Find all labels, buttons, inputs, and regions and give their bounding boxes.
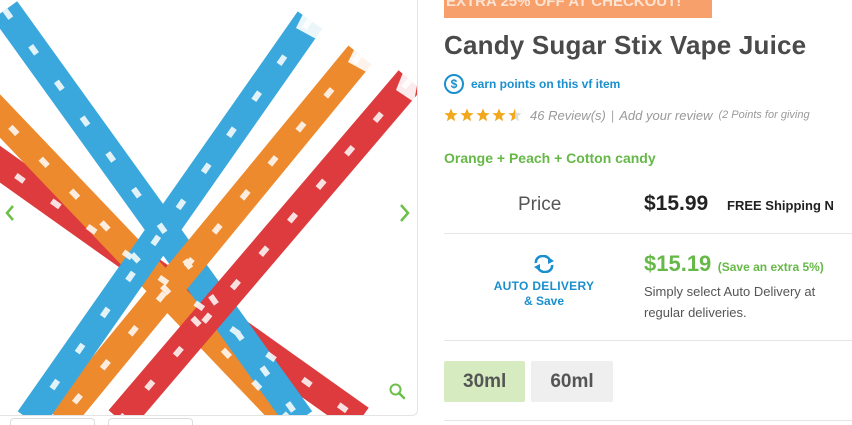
star-icon — [476, 108, 490, 122]
price-value: $15.99 — [644, 192, 709, 215]
promo-banner: EXTRA 25% OFF AT CHECKOUT! — [444, 0, 712, 18]
product-image — [0, 1, 417, 415]
section-divider — [444, 420, 852, 425]
star-icon — [492, 108, 506, 122]
auto-delivery-badge: AUTO DELIVERY & Save — [484, 255, 604, 308]
size-option-30ml[interactable]: 30ml — [444, 361, 526, 402]
auto-delivery-subtitle: & Save — [523, 294, 565, 308]
refresh-arrows-icon — [534, 255, 554, 273]
auto-delivery-price: $15.19 (Save an extra 5%) — [644, 251, 824, 277]
star-icon — [460, 108, 474, 122]
auto-delivery-description: Simply select Auto Delivery at regular d… — [644, 281, 852, 323]
star-rating — [444, 108, 522, 122]
chevron-right-icon — [400, 204, 410, 222]
auto-delivery-row[interactable]: AUTO DELIVERY & Save $15.19 (Save an ext… — [444, 235, 852, 341]
review-count-link[interactable]: 46 Review(s) — [530, 108, 606, 123]
thumbnail-2[interactable] — [108, 418, 193, 425]
price-label: Price — [518, 194, 562, 215]
magnifier-icon — [389, 383, 406, 400]
auto-delivery-desc-line2: regular deliveries. — [644, 305, 747, 320]
earn-points-text: earn points on this vf item — [471, 77, 621, 91]
size-options: 30ml 60ml — [444, 361, 613, 402]
thumbnail-1[interactable] — [10, 418, 95, 425]
star-icon — [444, 108, 458, 122]
size-option-60ml[interactable]: 60ml — [531, 361, 613, 402]
review-separator: | — [610, 107, 615, 123]
flavor-profile: Orange + Peach + Cotton candy — [444, 150, 656, 166]
auto-delivery-save-note: (Save an extra 5%) — [717, 260, 824, 274]
product-title: Candy Sugar Stix Vape Juice — [444, 30, 807, 60]
product-image-gallery[interactable] — [0, 0, 418, 416]
auto-delivery-amount: $15.19 — [644, 251, 712, 276]
rating-row: 46 Review(s) | Add your review (2 Points… — [444, 105, 852, 125]
promo-text: EXTRA 25% OFF AT CHECKOUT! — [446, 0, 682, 10]
auto-delivery-desc-line1: Simply select Auto Delivery at — [644, 284, 816, 299]
auto-delivery-title: AUTO DELIVERY — [493, 279, 595, 293]
review-points-note: (2 Points for giving — [718, 109, 810, 121]
price-row: Price $15.99 FREE Shipping N — [444, 178, 852, 234]
earn-points-link[interactable]: $ earn points on this vf item — [444, 73, 620, 95]
chevron-left-icon — [5, 205, 14, 221]
gallery-next-button[interactable] — [394, 198, 414, 228]
add-review-link[interactable]: Add your review — [619, 108, 712, 123]
dollar-circle-icon: $ — [444, 74, 464, 94]
free-shipping-text: FREE Shipping N — [727, 198, 834, 213]
star-icon — [508, 108, 522, 122]
gallery-prev-button[interactable] — [0, 198, 20, 228]
zoom-button[interactable] — [388, 382, 410, 404]
